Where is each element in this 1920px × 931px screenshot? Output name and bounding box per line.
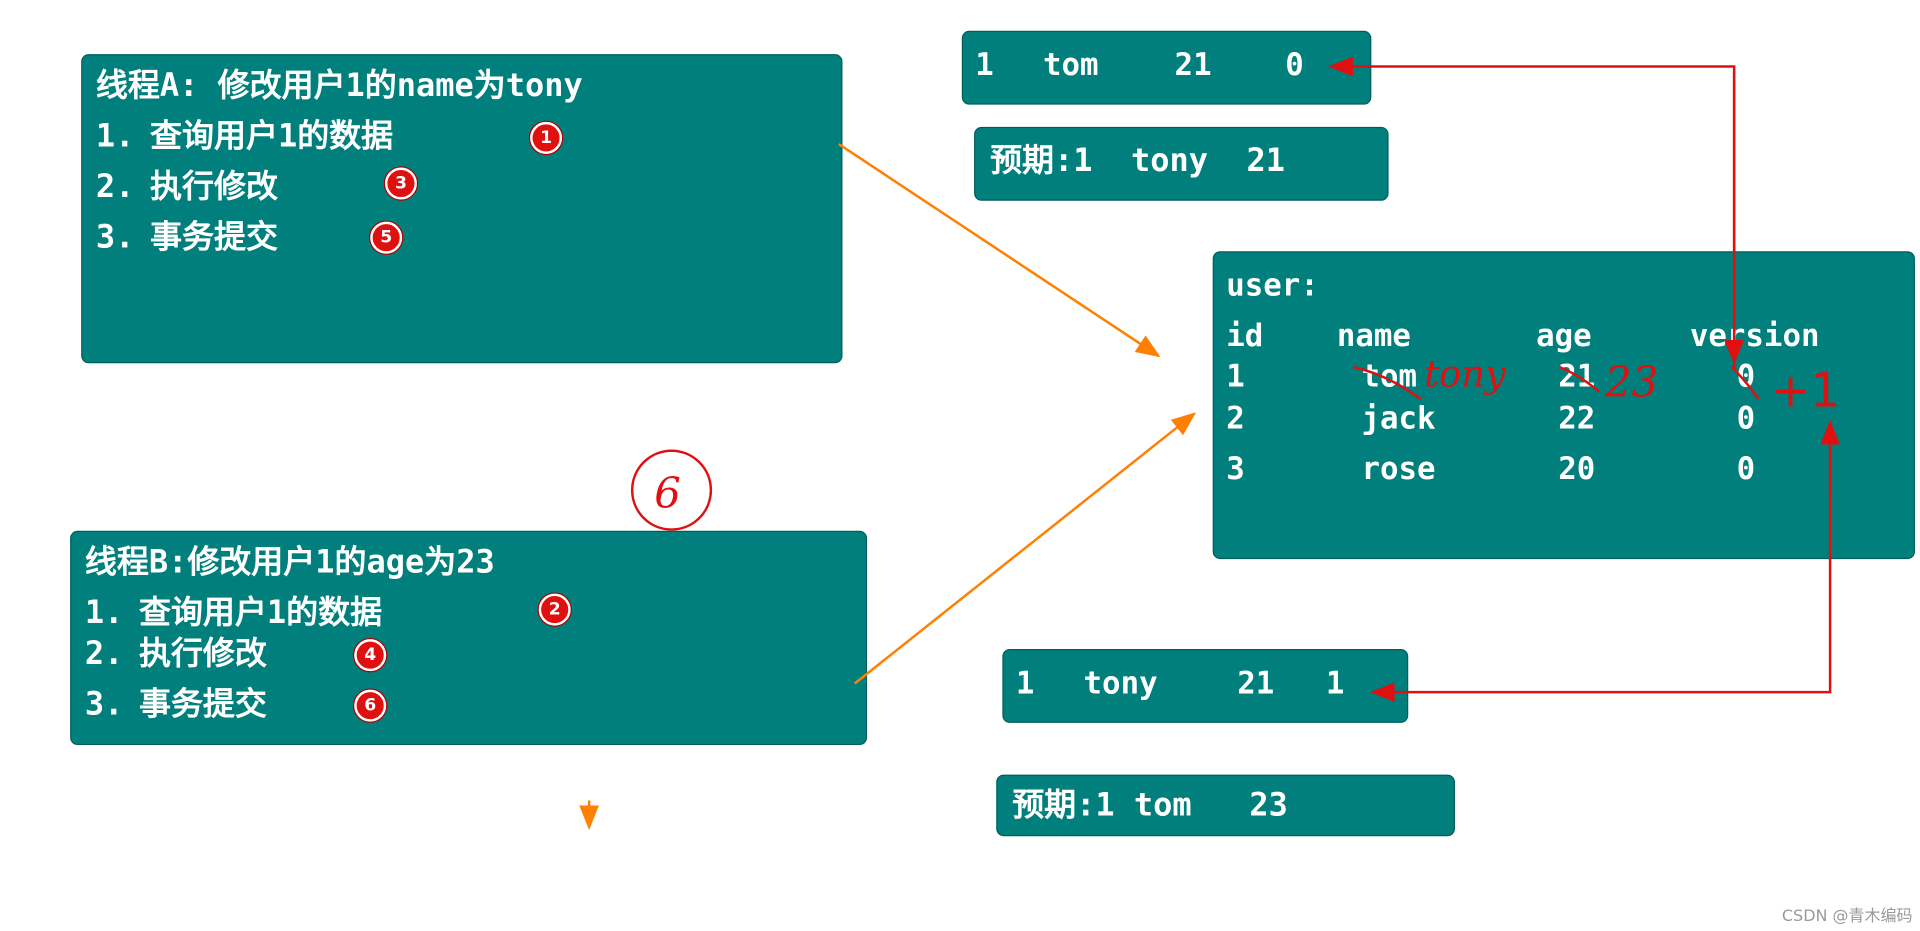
step-index: 1. [84, 594, 124, 632]
user-table-box: user: id name age version 1 tom 21 0 2 j… [1212, 251, 1915, 560]
step-text: 查询用户1的数据 [150, 118, 394, 156]
step-text: 执行修改 [138, 635, 267, 673]
read-b-version: 1 [1325, 665, 1345, 701]
row-3-version: 0 [1736, 450, 1756, 487]
read-result-a-box: 1 tom 21 0 [961, 30, 1372, 105]
step-text: 执行修改 [150, 168, 278, 206]
column-header-name: name [1336, 317, 1411, 354]
step-order-badge: 5 [370, 221, 403, 254]
step-text: 查询用户1的数据 [138, 594, 383, 632]
step-index: 3. [84, 685, 124, 723]
thread-a-box: 线程A: 修改用户1的name为tony 1. 查询用户1的数据 1 2. 执行修改… [81, 54, 843, 364]
read-b-name: tony [1083, 665, 1158, 701]
thread-b-to-table-arrow [854, 412, 1197, 685]
expectation-b-box: 预期:1 tom 23 [996, 774, 1455, 837]
read-b-id: 1 [1015, 665, 1035, 701]
thread-b-title: 线程B:修改用户1的age为23 [84, 544, 495, 582]
handwritten-circle [630, 449, 713, 531]
step-index: 2. [84, 635, 124, 673]
column-header-id: id [1226, 317, 1264, 354]
step-index: 2. [95, 168, 135, 206]
row-2-age: 22 [1558, 400, 1596, 436]
step-order-badge: 1 [530, 121, 563, 154]
step-text: 事务提交 [150, 219, 278, 257]
step-order-badge: 4 [354, 639, 387, 672]
column-header-age: age [1536, 317, 1592, 354]
read-a-name: tom [1042, 46, 1099, 83]
row-2-name: jack [1361, 400, 1436, 436]
thread-a-title: 线程A: 修改用户1的name为tony [95, 67, 583, 105]
row-3-age: 20 [1558, 450, 1596, 487]
table-title: user: [1226, 267, 1319, 303]
row-3-name: rose [1361, 450, 1436, 487]
row-1-name: tom [1361, 358, 1418, 395]
read-b-age: 21 [1237, 665, 1275, 701]
watermark: CSDN @青木编码 [1781, 907, 1913, 927]
row-3-id: 3 [1226, 450, 1245, 487]
step-text: 事务提交 [138, 685, 267, 723]
expectation-b-text: 预期:1 tom 23 [1012, 786, 1288, 824]
read-a-age: 21 [1174, 46, 1212, 83]
row-1-age: 21 [1558, 358, 1596, 395]
read-a-id: 1 [975, 46, 994, 83]
column-header-version: version [1689, 317, 1820, 354]
expectation-a-text: 预期:1 tony 21 [990, 142, 1286, 180]
step-order-badge: 3 [384, 167, 417, 200]
row-2-id: 2 [1226, 400, 1245, 436]
thread-b-box: 线程B:修改用户1的age为23 1. 查询用户1的数据 2 2. 执行修改 4 3… [70, 530, 868, 746]
row-2-version: 0 [1736, 400, 1756, 436]
diagram-canvas: 线程A: 修改用户1的name为tony 1. 查询用户1的数据 1 2. 执行修改… [0, 0, 1920, 931]
step-index: 3. [95, 219, 135, 257]
read-result-b-box: 1 tony 21 1 [1002, 649, 1409, 723]
handwritten-step-six: 6 [654, 468, 681, 517]
step-order-badge: 6 [354, 689, 387, 722]
read-a-version: 0 [1285, 46, 1304, 83]
row-1-version: 0 [1736, 358, 1756, 395]
expectation-a-box: 预期:1 tony 21 [974, 126, 1389, 201]
step-index: 1. [95, 118, 135, 156]
row-1-id: 1 [1226, 358, 1245, 395]
step-order-badge: 2 [538, 593, 571, 626]
